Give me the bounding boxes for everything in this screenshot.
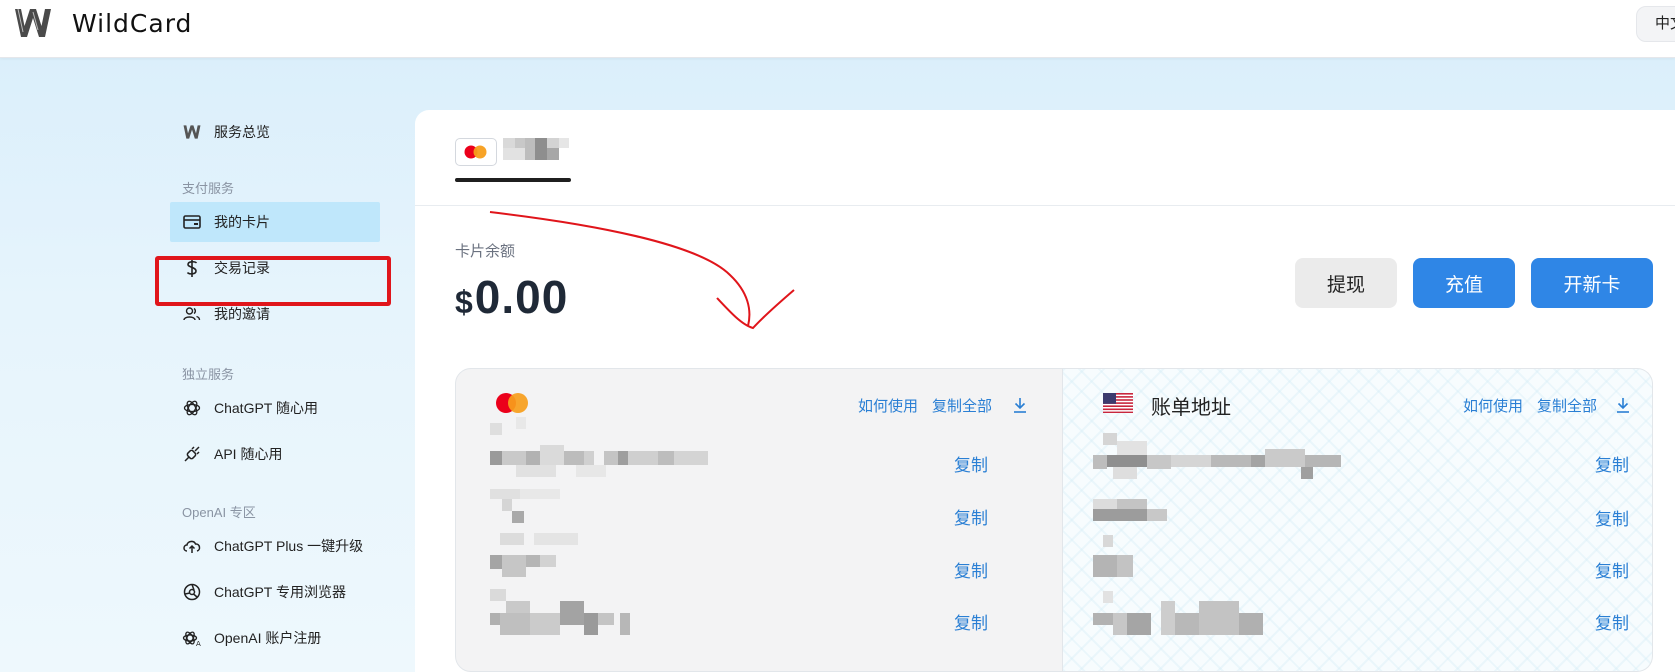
sidebar-item-api-anytime[interactable]: API 随心用 bbox=[170, 434, 380, 474]
browser-compass-icon bbox=[182, 582, 202, 602]
balance-label: 卡片余额 bbox=[455, 243, 516, 260]
svg-text:A: A bbox=[196, 640, 201, 647]
sidebar-item-label: 我的邀请 bbox=[214, 306, 270, 322]
billing-copy-all-link[interactable]: 复制全部 bbox=[1537, 395, 1597, 416]
us-flag-icon bbox=[1103, 393, 1133, 413]
section-label-openai: OpenAI 专区 bbox=[182, 505, 256, 520]
how-to-use-link[interactable]: 如何使用 bbox=[858, 395, 918, 416]
card-details-panel: 如何使用 复制全部 复制 复制 复制 复制 bbox=[455, 368, 1063, 672]
top-bar: WildCard 中文 bbox=[0, 0, 1675, 58]
annotation-highlight-box bbox=[155, 256, 391, 306]
sidebar-item-my-cards[interactable]: 我的卡片 bbox=[170, 202, 380, 242]
copy-street-link[interactable]: 复制 bbox=[1595, 451, 1629, 476]
sidebar-item-label: OpenAI 账户注册 bbox=[214, 630, 322, 646]
copy-all-link[interactable]: 复制全部 bbox=[932, 395, 992, 416]
copy-expiry-link[interactable]: 复制 bbox=[954, 504, 988, 529]
plug-icon bbox=[182, 444, 202, 464]
balance-display: $ 0.00 bbox=[455, 270, 568, 324]
copy-cvv-link[interactable]: 复制 bbox=[954, 557, 988, 582]
main-panel: 卡片余额 $ 0.00 提现 充值 开新卡 如何使用 复制全部 复制 复制 复制… bbox=[415, 110, 1675, 672]
sidebar-item-chatgpt-browser[interactable]: ChatGPT 专用浏览器 bbox=[170, 572, 410, 612]
wildcard-small-icon bbox=[182, 122, 202, 142]
sidebar-item-label: API 随心用 bbox=[214, 446, 283, 462]
copy-zip-link[interactable]: 复制 bbox=[1595, 609, 1629, 634]
billing-address-title: 账单地址 bbox=[1151, 397, 1231, 419]
sidebar-item-chatgpt-anytime[interactable]: ChatGPT 随心用 bbox=[170, 388, 380, 428]
copy-city-link[interactable]: 复制 bbox=[1595, 505, 1629, 530]
mastercard-icon bbox=[496, 393, 528, 413]
openai-register-icon: A bbox=[182, 628, 202, 648]
section-label-independent: 独立服务 bbox=[182, 367, 235, 382]
balance-amount: 0.00 bbox=[474, 271, 569, 323]
currency-symbol: $ bbox=[455, 284, 473, 320]
copy-state-link[interactable]: 复制 bbox=[1595, 557, 1629, 582]
sidebar-item-overview[interactable]: 服务总览 bbox=[170, 112, 380, 152]
sidebar-item-label: ChatGPT 随心用 bbox=[214, 400, 318, 416]
section-label-payment: 支付服务 bbox=[182, 181, 235, 196]
active-tab-underline bbox=[455, 178, 571, 182]
sidebar-item-chatgpt-plus[interactable]: ChatGPT Plus 一键升级 bbox=[170, 526, 410, 566]
brand-name[interactable]: WildCard bbox=[72, 9, 192, 38]
download-icon[interactable] bbox=[1615, 396, 1631, 414]
card-tab-row bbox=[415, 110, 1675, 206]
sidebar-item-label: 我的卡片 bbox=[214, 214, 270, 230]
card-tab[interactable] bbox=[455, 138, 571, 178]
mastercard-mini-card-icon bbox=[455, 138, 497, 166]
recharge-button[interactable]: 充值 bbox=[1413, 258, 1515, 308]
sidebar-item-label: 服务总览 bbox=[214, 124, 270, 140]
wildcard-logo-icon[interactable] bbox=[14, 6, 52, 40]
copy-card-number-link[interactable]: 复制 bbox=[954, 451, 988, 476]
new-card-button[interactable]: 开新卡 bbox=[1531, 258, 1653, 308]
sidebar: 服务总览 支付服务 我的卡片 交易记录 我的邀请 独立服务 ChatGPT 随心… bbox=[0, 58, 415, 672]
withdraw-button[interactable]: 提现 bbox=[1295, 258, 1397, 308]
billing-how-to-use-link[interactable]: 如何使用 bbox=[1463, 395, 1523, 416]
language-button[interactable]: 中文 bbox=[1636, 6, 1675, 42]
openai-icon bbox=[182, 398, 202, 418]
wallet-icon bbox=[182, 212, 202, 232]
cloud-upload-icon bbox=[182, 536, 202, 556]
sidebar-item-label: ChatGPT Plus 一键升级 bbox=[214, 538, 364, 554]
sidebar-item-openai-register[interactable]: A OpenAI 账户注册 bbox=[170, 618, 410, 658]
users-icon bbox=[182, 304, 202, 324]
copy-name-link[interactable]: 复制 bbox=[954, 609, 988, 634]
sidebar-item-label: ChatGPT 专用浏览器 bbox=[214, 584, 346, 600]
billing-address-panel: 账单地址 如何使用 复制全部 复制 复制 复制 复制 bbox=[1063, 368, 1653, 672]
download-icon[interactable] bbox=[1012, 396, 1028, 414]
